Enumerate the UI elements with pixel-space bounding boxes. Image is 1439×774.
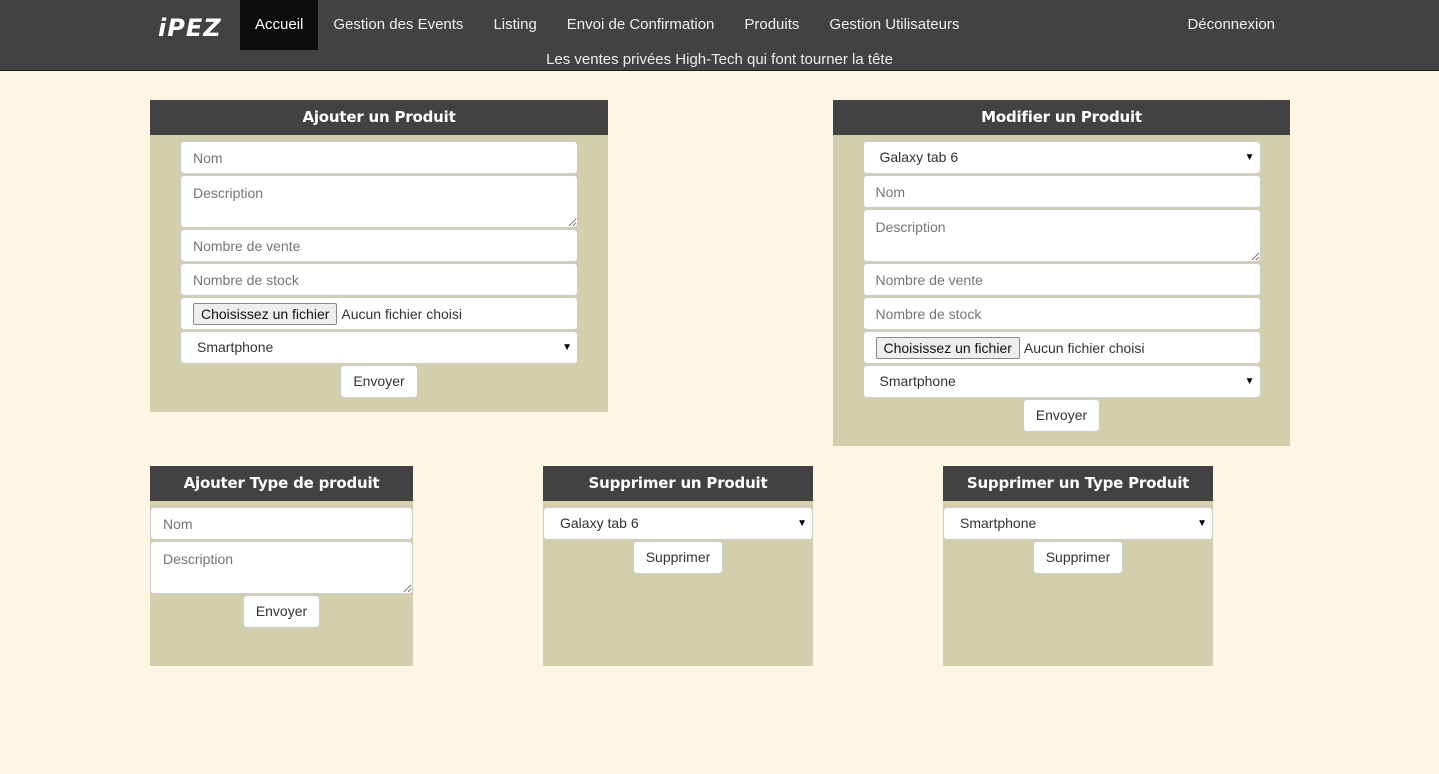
delete-type-title: Supprimer un Type Produit: [943, 466, 1213, 501]
chevron-down-icon: ▼: [1197, 518, 1207, 529]
chevron-down-icon: ▼: [562, 342, 572, 353]
delete-type-select[interactable]: Smartphone ▼: [943, 507, 1213, 540]
brand-logo[interactable]: iPEZ: [158, 13, 221, 43]
add-type-name-input[interactable]: [150, 507, 413, 540]
delete-type-panel: Supprimer un Type Produit Smartphone ▼ S…: [943, 466, 1213, 666]
delete-product-select[interactable]: Galaxy tab 6 ▼: [543, 507, 813, 540]
nav-item-gestion-events[interactable]: Gestion des Events: [318, 0, 478, 50]
add-product-sales-input[interactable]: [180, 229, 578, 262]
nav-item-listing[interactable]: Listing: [478, 0, 551, 50]
edit-product-sales-input[interactable]: [862, 263, 1261, 296]
chevron-down-icon: ▼: [797, 518, 807, 529]
add-type-description-input[interactable]: [150, 541, 413, 594]
add-type-panel: Ajouter Type de produit Envoyer: [150, 466, 413, 666]
main-nav: Accueil Gestion des Events Listing Envoi…: [240, 0, 974, 50]
edit-product-name-input[interactable]: [862, 175, 1261, 208]
edit-product-type-select[interactable]: Smartphone ▼: [862, 365, 1261, 398]
delete-type-select-value: Smartphone: [960, 515, 1037, 531]
edit-product-submit-button[interactable]: Envoyer: [1022, 399, 1101, 432]
chevron-down-icon: ▼: [1244, 152, 1255, 163]
add-product-panel: Ajouter un Produit Choisissez un fichier…: [150, 100, 608, 412]
delete-product-submit-button[interactable]: Supprimer: [632, 541, 724, 574]
edit-product-file-button[interactable]: Choisissez un fichier: [875, 336, 1020, 359]
chevron-down-icon: ▼: [1244, 376, 1255, 387]
delete-product-title: Supprimer un Produit: [543, 466, 813, 501]
add-product-submit-button[interactable]: Envoyer: [340, 365, 418, 398]
add-product-type-select[interactable]: Smartphone ▼: [180, 331, 578, 364]
edit-product-file-input: Choisissez un fichier Aucun fichier choi…: [862, 331, 1261, 364]
nav-item-envoi-confirmation[interactable]: Envoi de Confirmation: [552, 0, 730, 50]
delete-product-panel: Supprimer un Produit Galaxy tab 6 ▼ Supp…: [543, 466, 813, 666]
add-product-file-button[interactable]: Choisissez un fichier: [193, 302, 338, 325]
add-product-name-input[interactable]: [180, 141, 578, 174]
add-product-file-input: Choisissez un fichier Aucun fichier choi…: [180, 297, 578, 330]
edit-product-description-input[interactable]: [862, 209, 1261, 262]
edit-product-select-value: Galaxy tab 6: [879, 149, 959, 165]
edit-product-select[interactable]: Galaxy tab 6 ▼: [862, 141, 1261, 174]
nav-item-gestion-utilisateurs[interactable]: Gestion Utilisateurs: [814, 0, 974, 50]
add-product-title: Ajouter un Produit: [150, 100, 608, 135]
tagline: Les ventes privées High-Tech qui font to…: [546, 51, 893, 68]
nav-item-accueil[interactable]: Accueil: [240, 0, 319, 50]
edit-product-panel: Modifier un Produit Galaxy tab 6 ▼ Chois…: [833, 100, 1290, 446]
delete-product-select-value: Galaxy tab 6: [560, 515, 639, 531]
edit-product-file-status: Aucun fichier choisi: [1023, 339, 1145, 356]
navbar: iPEZ Accueil Gestion des Events Listing …: [0, 0, 1439, 71]
add-product-type-value: Smartphone: [197, 339, 274, 355]
nav-item-produits[interactable]: Produits: [729, 0, 814, 50]
add-product-description-input[interactable]: [180, 175, 578, 228]
add-product-file-status: Aucun fichier choisi: [341, 305, 463, 322]
delete-type-submit-button[interactable]: Supprimer: [1032, 541, 1124, 574]
edit-product-title: Modifier un Produit: [833, 100, 1290, 135]
add-type-title: Ajouter Type de produit: [150, 466, 413, 501]
edit-product-stock-input[interactable]: [862, 297, 1261, 330]
add-type-submit-button[interactable]: Envoyer: [242, 595, 321, 628]
logout-link[interactable]: Déconnexion: [1173, 0, 1289, 50]
edit-product-type-value: Smartphone: [879, 373, 956, 389]
add-product-stock-input[interactable]: [180, 263, 578, 296]
